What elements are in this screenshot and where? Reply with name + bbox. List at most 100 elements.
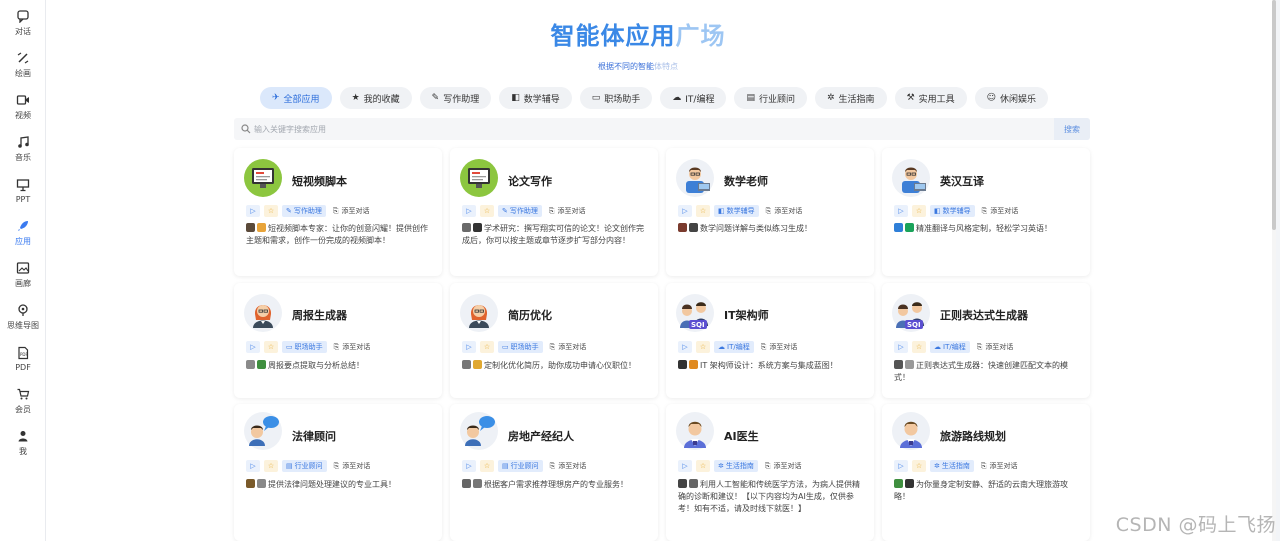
run-button[interactable]: ▷ xyxy=(678,460,692,472)
emoji-icon xyxy=(689,223,698,232)
app-card[interactable]: 短视频脚本 ▷ ☆ ✎ 写作助理 ⎘ 添至对话 短视频脚本专家：让你的创意闪耀！提供创作主题和… xyxy=(234,148,442,276)
favorite-button[interactable]: ☆ xyxy=(480,205,494,217)
link-icon: ⎘ xyxy=(333,342,340,351)
app-description-text: 精准翻译与风格定制，轻松学习英语！ xyxy=(916,224,1052,233)
category-icon: ☺ xyxy=(986,93,997,103)
category-badge-label: 职场助手 xyxy=(510,343,539,351)
category-tab-3[interactable]: ◧ 数学辅导 xyxy=(499,87,572,109)
sidebar-item-9[interactable]: 会员 xyxy=(0,382,46,418)
page-title-main: 智能体应用 xyxy=(550,22,676,50)
category-badge-label: IT/编程 xyxy=(727,343,750,351)
run-button[interactable]: ▷ xyxy=(246,205,260,217)
favorite-button[interactable]: ☆ xyxy=(912,205,926,217)
add-to-chat-button[interactable]: ⎘ 添至对话 xyxy=(762,460,805,472)
sidebar-item-1[interactable]: 绘画 xyxy=(0,46,46,82)
favorite-button[interactable]: ☆ xyxy=(696,205,710,217)
category-tab-6[interactable]: ▤ 行业顾问 xyxy=(734,87,807,109)
sidebar-item-4[interactable]: PPT xyxy=(0,172,46,208)
app-card[interactable]: 数学老师 ▷ ☆ ◧ 数学辅导 ⎘ 添至对话 数学问题详解与类似练习生成！ xyxy=(666,148,874,276)
play-icon: ▷ xyxy=(682,462,688,470)
run-button[interactable]: ▷ xyxy=(246,341,260,353)
category-tab-1[interactable]: ★ 我的收藏 xyxy=(339,87,412,109)
category-icon: ◧ xyxy=(511,93,520,103)
add-to-chat-button[interactable]: ⎘ 添至对话 xyxy=(758,341,801,353)
run-button[interactable]: ▷ xyxy=(678,341,692,353)
add-to-chat-button[interactable]: ⎘ 添至对话 xyxy=(979,205,1022,217)
app-name: IT架构师 xyxy=(724,309,769,322)
favorite-button[interactable]: ☆ xyxy=(912,460,926,472)
app-avatar: SQI xyxy=(676,294,714,332)
play-icon: ▷ xyxy=(466,343,472,351)
run-button[interactable]: ▷ xyxy=(246,460,260,472)
favorite-button[interactable]: ☆ xyxy=(912,341,926,353)
category-tab-8[interactable]: ⚒ 实用工具 xyxy=(894,87,967,109)
app-tags: ▷ ☆ ✲ 生活指南 ⎘ 添至对话 xyxy=(894,460,1020,472)
app-card[interactable]: AI医生 ▷ ☆ ✲ 生活指南 ⎘ 添至对话 利用人工智能和传统医学方法，为病人提供精确的诊断… xyxy=(666,404,874,541)
app-name: 法律顾问 xyxy=(292,430,336,443)
add-to-chat-button[interactable]: ⎘ 添至对话 xyxy=(978,460,1021,472)
category-icon: ✈ xyxy=(272,93,280,103)
add-to-chat-button[interactable]: ⎘ 添至对话 xyxy=(331,460,374,472)
search-input[interactable] xyxy=(254,124,1054,134)
run-button[interactable]: ▷ xyxy=(894,460,908,472)
app-card[interactable]: 论文写作 ▷ ☆ ✎ 写作助理 ⎘ 添至对话 学术研究：撰写翔实可信的论文！论文创作完成后，你… xyxy=(450,148,658,276)
sidebar-item-7[interactable]: 思维导图 xyxy=(0,298,46,334)
add-to-chat-button[interactable]: ⎘ 添至对话 xyxy=(763,205,806,217)
app-card[interactable]: 法律顾问 ▷ ☆ ▤ 行业顾问 ⎘ 添至对话 提供法律问题处理建议的专业工具！ xyxy=(234,404,442,541)
add-to-chat-button[interactable]: ⎘ 添至对话 xyxy=(331,341,374,353)
category-badge-icon: ✲ xyxy=(718,462,724,470)
star-icon: ☆ xyxy=(915,343,923,351)
sidebar-item-6[interactable]: 画廊 xyxy=(0,256,46,292)
category-badge-icon: ☁ xyxy=(718,343,725,351)
sidebar-item-5[interactable]: 应用 xyxy=(0,214,46,250)
favorite-button[interactable]: ☆ xyxy=(480,460,494,472)
category-badge: ▭ 职场助手 xyxy=(282,341,327,353)
sidebar-item-label: 视频 xyxy=(15,110,31,120)
search-button[interactable]: 搜索 xyxy=(1054,118,1090,140)
app-card[interactable]: 房地产经纪人 ▷ ☆ ▤ 行业顾问 ⎘ 添至对话 根据客户需求推荐理想房产的专业服务！ xyxy=(450,404,658,541)
app-name: 英汉互译 xyxy=(940,175,984,188)
scrollbar[interactable] xyxy=(1272,0,1276,541)
run-button[interactable]: ▷ xyxy=(894,341,908,353)
favorite-button[interactable]: ☆ xyxy=(696,460,710,472)
favorite-button[interactable]: ☆ xyxy=(264,460,278,472)
category-tab-5[interactable]: ☁ IT/编程 xyxy=(660,87,727,109)
run-button[interactable]: ▷ xyxy=(462,460,476,472)
scrollbar-thumb[interactable] xyxy=(1272,0,1276,230)
app-card[interactable]: SQI IT架构师 ▷ ☆ ☁ IT/编程 ⎘ 添至对话 IT 架构师设计：系统方案与集成蓝图！ xyxy=(666,283,874,398)
add-to-chat-button[interactable]: ⎘ 添至对话 xyxy=(974,341,1017,353)
category-tab-4[interactable]: ▭ 职场助手 xyxy=(579,87,653,109)
app-name: 房地产经纪人 xyxy=(508,430,574,443)
add-to-chat-button[interactable]: ⎘ 添至对话 xyxy=(546,205,589,217)
category-tab-2[interactable]: ✎ 写作助理 xyxy=(419,87,492,109)
emoji-icon xyxy=(462,360,471,369)
add-to-chat-button[interactable]: ⎘ 添至对话 xyxy=(330,205,373,217)
app-card[interactable]: SQI 正则表达式生成器 ▷ ☆ ☁ IT/编程 ⎘ 添至对话 正则表达式生成器：快速创建匹配文… xyxy=(882,283,1090,398)
add-to-chat-button[interactable]: ⎘ 添至对话 xyxy=(547,460,590,472)
run-button[interactable]: ▷ xyxy=(894,205,908,217)
sidebar-item-0[interactable]: 对话 xyxy=(0,4,46,40)
add-to-chat-button[interactable]: ⎘ 添至对话 xyxy=(547,341,590,353)
run-button[interactable]: ▷ xyxy=(462,341,476,353)
app-avatar xyxy=(244,412,282,450)
category-tab-7[interactable]: ✲ 生活指南 xyxy=(815,87,887,109)
category-tab-0[interactable]: ✈ 全部应用 xyxy=(260,87,332,109)
search-icon xyxy=(241,124,251,134)
app-card[interactable]: 简历优化 ▷ ☆ ▭ 职场助手 ⎘ 添至对话 定制化优化简历，助你成功申请心仪职位！ xyxy=(450,283,658,398)
sidebar-item-label: PPT xyxy=(15,194,31,204)
app-card[interactable]: 旅游路线规划 ▷ ☆ ✲ 生活指南 ⎘ 添至对话 为你量身定制安静、舒适的云南大理旅游攻略！ xyxy=(882,404,1090,541)
app-card[interactable]: 周报生成器 ▷ ☆ ▭ 职场助手 ⎘ 添至对话 周报要点提取与分析总结！ xyxy=(234,283,442,398)
favorite-button[interactable]: ☆ xyxy=(696,341,710,353)
sidebar-item-8[interactable]: PDF PDF xyxy=(0,340,46,376)
run-button[interactable]: ▷ xyxy=(462,205,476,217)
category-badge-icon: ✎ xyxy=(502,207,508,215)
run-button[interactable]: ▷ xyxy=(678,205,692,217)
favorite-button[interactable]: ☆ xyxy=(480,341,494,353)
sidebar-item-10[interactable]: 我 xyxy=(0,424,46,460)
favorite-button[interactable]: ☆ xyxy=(264,205,278,217)
favorite-button[interactable]: ☆ xyxy=(264,341,278,353)
app-card[interactable]: 英汉互译 ▷ ☆ ◧ 数学辅导 ⎘ 添至对话 精准翻译与风格定制，轻松学习英语！ xyxy=(882,148,1090,276)
category-tab-9[interactable]: ☺ 休闲娱乐 xyxy=(974,87,1049,109)
sidebar-item-2[interactable]: 视频 xyxy=(0,88,46,124)
sidebar-item-3[interactable]: 音乐 xyxy=(0,130,46,166)
